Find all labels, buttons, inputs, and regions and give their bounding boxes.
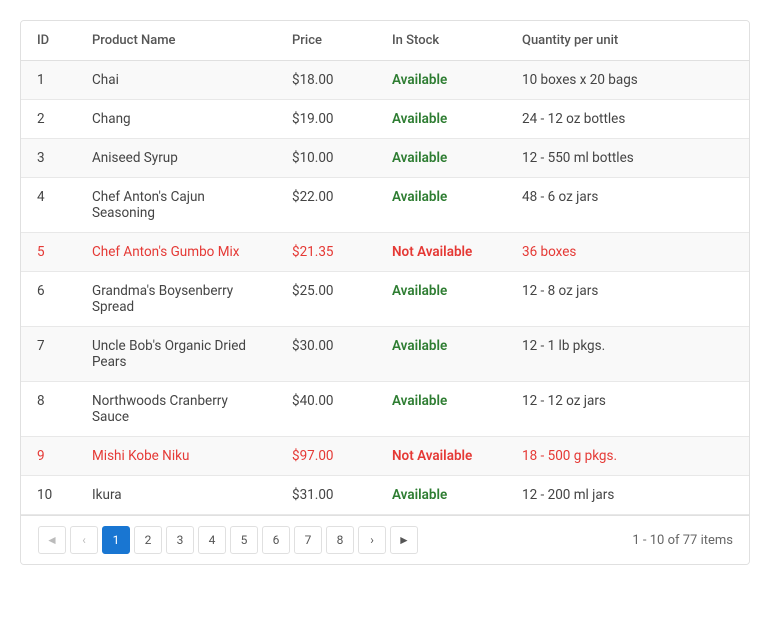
page-button-5[interactable]: 5 [230,526,258,554]
cell-stock: Available [376,272,506,327]
table-row: 7Uncle Bob's Organic Dried Pears$30.00 Av… [21,327,749,382]
cell-id: 10 [21,476,76,515]
table-header: ID Product Name Price In Stock Quantity … [21,21,749,61]
table-row: 5Chef Anton's Gumbo Mix$21.35 Not Availab… [21,233,749,272]
cell-name: Chef Anton's Cajun Seasoning [76,178,276,233]
cell-stock: Available [376,327,506,382]
cell-name: Chang [76,100,276,139]
cell-name: Mishi Kobe Niku [76,437,276,476]
cell-qty: 18 - 500 g pkgs. [506,437,749,476]
cell-name: Aniseed Syrup [76,139,276,178]
cell-qty: 48 - 6 oz jars [506,178,749,233]
table-row: 3Aniseed Syrup$10.00 Available 12 - 550 ml… [21,139,749,178]
available-badge: Available [392,487,447,503]
page-button-1[interactable]: 1 [102,526,130,554]
page-number-buttons: 12345678 [101,526,355,554]
available-badge: Available [392,338,447,354]
col-header-stock: In Stock [376,21,506,61]
table-body: 1Chai$18.00Available10 boxes x 20 bags2C… [21,61,749,515]
cell-id: 5 [21,233,76,272]
cell-id: 8 [21,382,76,437]
header-row: ID Product Name Price In Stock Quantity … [21,21,749,61]
available-badge: Available [392,283,447,299]
cell-id: 6 [21,272,76,327]
cell-id: 1 [21,61,76,100]
product-table: ID Product Name Price In Stock Quantity … [21,21,749,515]
table-row: 9Mishi Kobe Niku$97.00 Not Available 18 - … [21,437,749,476]
cell-id: 2 [21,100,76,139]
not-available-badge: Not Available [392,448,472,464]
available-badge: Available [392,150,447,166]
cell-price: $18.00 [276,61,376,100]
col-header-name: Product Name [76,21,276,61]
page-button-4[interactable]: 4 [198,526,226,554]
pagination-info: 1 - 10 of 77 items [632,533,733,548]
cell-name: Grandma's Boysenberry Spread [76,272,276,327]
page-button-8[interactable]: 8 [326,526,354,554]
cell-price: $10.00 [276,139,376,178]
page-button-3[interactable]: 3 [166,526,194,554]
page-button-7[interactable]: 7 [294,526,322,554]
table-row: 8Northwoods Cranberry Sauce$40.00 Availab… [21,382,749,437]
cell-id: 7 [21,327,76,382]
cell-price: $97.00 [276,437,376,476]
cell-stock: Not Available [376,437,506,476]
table-row: 2Chang$19.00 Available 24 - 12 oz bottles [21,100,749,139]
cell-name: Uncle Bob's Organic Dried Pears [76,327,276,382]
cell-qty: 12 - 1 lb pkgs. [506,327,749,382]
cell-qty: 12 - 12 oz jars [506,382,749,437]
cell-stock: Available [376,178,506,233]
cell-price: $30.00 [276,327,376,382]
cell-id: 3 [21,139,76,178]
page-button-6[interactable]: 6 [262,526,290,554]
cell-price: $22.00 [276,178,376,233]
cell-qty: 24 - 12 oz bottles [506,100,749,139]
cell-price: $25.00 [276,272,376,327]
table-row: 4Chef Anton's Cajun Seasoning$22.00 Avail… [21,178,749,233]
next-page-button[interactable]: › [358,526,386,554]
pagination: ◄ ‹ 12345678 › ► 1 - 10 of 77 items [21,515,749,564]
cell-qty: 36 boxes [506,233,749,272]
cell-id: 9 [21,437,76,476]
not-available-badge: Not Available [392,244,472,260]
cell-qty: 10 boxes x 20 bags [506,61,749,100]
cell-price: $40.00 [276,382,376,437]
col-header-qty: Quantity per unit [506,21,749,61]
available-badge: Available [392,189,447,205]
prev-page-button[interactable]: ‹ [70,526,98,554]
product-table-container: ID Product Name Price In Stock Quantity … [20,20,750,565]
cell-name: Ikura [76,476,276,515]
cell-qty: 12 - 8 oz jars [506,272,749,327]
cell-price: $19.00 [276,100,376,139]
col-header-price: Price [276,21,376,61]
table-row: 10Ikura$31.00 Available 12 - 200 ml jars [21,476,749,515]
last-page-button[interactable]: ► [390,526,418,554]
cell-stock: Available [376,139,506,178]
cell-qty: 12 - 550 ml bottles [506,139,749,178]
cell-name: Chef Anton's Gumbo Mix [76,233,276,272]
cell-stock: Available [376,476,506,515]
cell-price: $21.35 [276,233,376,272]
cell-name: Chai [76,61,276,100]
cell-stock: Available [376,61,506,100]
col-header-id: ID [21,21,76,61]
cell-stock: Available [376,100,506,139]
table-row: 1Chai$18.00 Available 10 boxes x 20 bags [21,61,749,100]
table-row: 6Grandma's Boysenberry Spread$25.00 Avail… [21,272,749,327]
available-badge: Available [392,111,447,127]
cell-id: 4 [21,178,76,233]
cell-price: $31.00 [276,476,376,515]
available-badge: Available [392,393,447,409]
cell-stock: Not Available [376,233,506,272]
cell-stock: Available [376,382,506,437]
first-page-button[interactable]: ◄ [38,526,66,554]
cell-name: Northwoods Cranberry Sauce [76,382,276,437]
cell-qty: 12 - 200 ml jars [506,476,749,515]
pagination-controls: ◄ ‹ 12345678 › ► [37,526,419,554]
page-button-2[interactable]: 2 [134,526,162,554]
available-badge: Available [392,72,447,88]
